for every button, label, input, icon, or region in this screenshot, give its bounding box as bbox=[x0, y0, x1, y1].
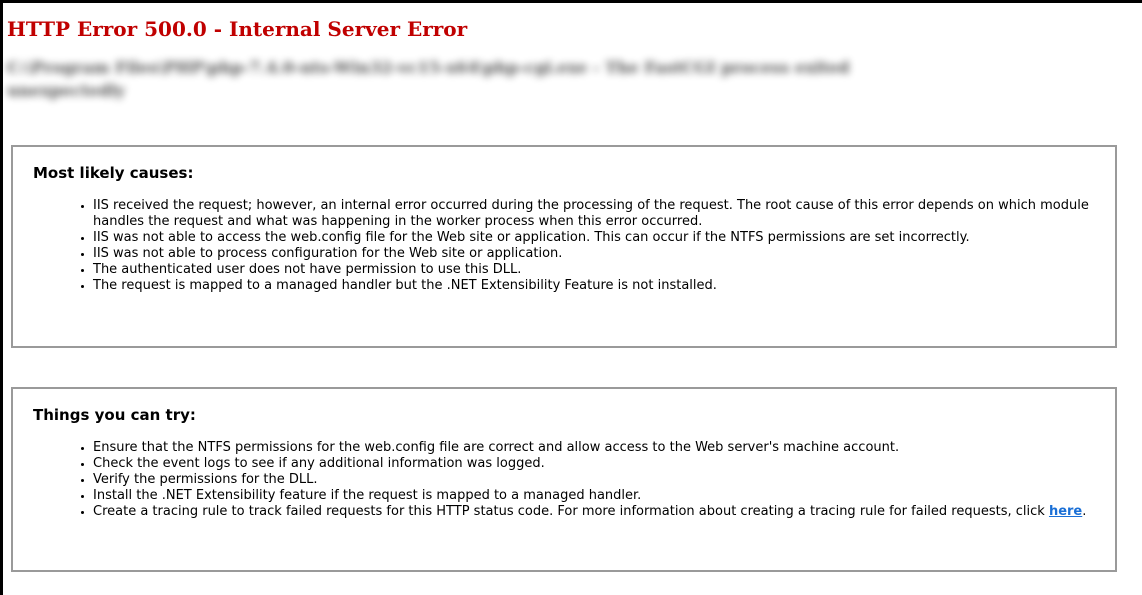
cause-item: IIS received the request; however, an in… bbox=[93, 198, 1093, 230]
cause-item: IIS was not able to process configuratio… bbox=[93, 246, 1093, 262]
error-title: HTTP Error 500.0 - Internal Server Error bbox=[7, 17, 468, 41]
try-item-suffix: . bbox=[1082, 504, 1087, 519]
try-item: Verify the permissions for the DLL. bbox=[93, 472, 1093, 488]
cause-item: The request is mapped to a managed handl… bbox=[93, 278, 1093, 294]
most-likely-causes-panel: Most likely causes: IIS received the req… bbox=[11, 145, 1117, 348]
error-detail-line: unexpectedly bbox=[7, 81, 126, 100]
try-item: Create a tracing rule to track failed re… bbox=[93, 504, 1093, 520]
causes-list: IIS received the request; however, an in… bbox=[33, 198, 1093, 294]
try-item: Install the .NET Extensibility feature i… bbox=[93, 488, 1093, 504]
error-detail-line: C:\Program Files\PHP\php-7.4.0-nts-Win32… bbox=[7, 58, 850, 77]
cause-item: The authenticated user does not have per… bbox=[93, 262, 1093, 278]
error-detail-message: C:\Program Files\PHP\php-7.4.0-nts-Win32… bbox=[7, 56, 1007, 102]
try-list: Ensure that the NTFS permissions for the… bbox=[33, 440, 1093, 520]
things-you-can-try-panel: Things you can try: Ensure that the NTFS… bbox=[11, 387, 1117, 572]
try-item: Ensure that the NTFS permissions for the… bbox=[93, 440, 1093, 456]
try-item: Check the event logs to see if any addit… bbox=[93, 456, 1093, 472]
causes-heading: Most likely causes: bbox=[33, 164, 194, 182]
cause-item: IIS was not able to access the web.confi… bbox=[93, 230, 1093, 246]
try-item-text: Create a tracing rule to track failed re… bbox=[93, 504, 1045, 519]
try-heading: Things you can try: bbox=[33, 406, 196, 424]
tracing-rule-help-link[interactable]: here bbox=[1049, 504, 1082, 519]
